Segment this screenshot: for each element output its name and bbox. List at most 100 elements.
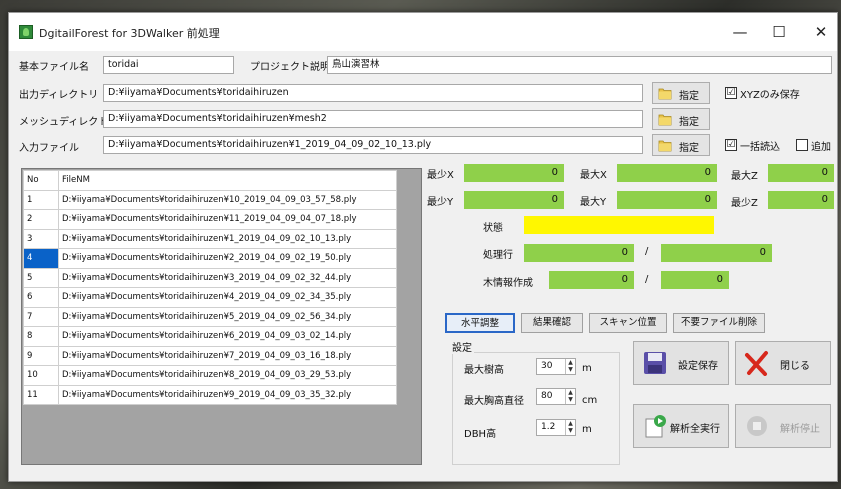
bulk-read-checkbox[interactable]: ☑ xyxy=(725,139,737,151)
close-window-button[interactable]: ✕ xyxy=(808,21,834,43)
output-dir-input[interactable]: D:¥iiyama¥Documents¥toridaihiruzen xyxy=(103,84,643,102)
specify-label: 指定 xyxy=(679,91,699,102)
settings-title: 設定 xyxy=(450,339,474,354)
min-z-value: 0 xyxy=(768,191,834,209)
input-file-input[interactable]: D:¥iiyama¥Documents¥toridaihiruzen¥1_201… xyxy=(103,136,643,154)
save-settings-button[interactable]: 設定保存 xyxy=(633,341,729,385)
max-height-label: 最大樹高 xyxy=(464,365,504,376)
row-number: 8 xyxy=(23,326,59,347)
stop-icon xyxy=(747,416,767,436)
row-number: 2 xyxy=(23,209,59,230)
base-file-input[interactable]: toridai xyxy=(103,56,234,74)
table-row[interactable]: 5 D:¥iiyama¥Documents¥toridaihiruzen¥3_20… xyxy=(23,267,397,288)
row-filename: D:¥iiyama¥Documents¥toridaihiruzen¥1_201… xyxy=(58,228,397,249)
spin-up-icon: ▲ xyxy=(568,359,573,366)
rows-total: 0 xyxy=(661,244,772,262)
window-title: DgitailForest for 3DWalker 前処理 xyxy=(39,27,220,40)
xyz-only-label: XYZのみ保存 xyxy=(740,90,800,101)
max-z-label: 最大Z xyxy=(731,171,758,182)
max-dbh-input[interactable]: 80 ▲ ▼ xyxy=(536,388,576,405)
column-header-filenm[interactable]: FileNM xyxy=(58,170,397,191)
mesh-dir-input[interactable]: D:¥iiyama¥Documents¥toridaihiruzen¥mesh2 xyxy=(103,110,643,128)
bulk-read-label: 一括読込 xyxy=(740,142,780,153)
add-checkbox[interactable] xyxy=(796,139,808,151)
min-y-label: 最少Y xyxy=(427,197,454,208)
row-filename: D:¥iiyama¥Documents¥toridaihiruzen¥10_20… xyxy=(58,189,397,210)
table-row-selected[interactable]: 4 D:¥iiyama¥Documents¥toridaihiruzen¥2_20… xyxy=(23,248,397,269)
dbh-height-value: 1.2 xyxy=(541,422,556,432)
file-grid[interactable]: No FileNM 1 D:¥iiyama¥Documents¥toridaihi… xyxy=(21,168,422,465)
rows-value: 0 xyxy=(524,244,634,262)
max-height-input[interactable]: 30 ▲ ▼ xyxy=(536,358,576,375)
row-number: 5 xyxy=(23,267,59,288)
tree-total: 0 xyxy=(661,271,729,289)
max-y-label: 最大Y xyxy=(580,197,607,208)
specify-label: 指定 xyxy=(679,143,699,154)
row-number: 7 xyxy=(23,306,59,327)
folder-icon xyxy=(658,88,672,100)
title-bar: DgitailForest for 3DWalker 前処理 — ☐ ✕ xyxy=(9,13,837,51)
state-indicator xyxy=(524,216,714,234)
maximize-button[interactable]: ☐ xyxy=(766,21,792,43)
minimize-button[interactable]: — xyxy=(727,21,753,43)
row-number: 6 xyxy=(23,287,59,308)
row-filename: D:¥iiyama¥Documents¥toridaihiruzen¥8_201… xyxy=(58,365,397,386)
xyz-only-checkbox[interactable]: ☑ xyxy=(725,87,737,99)
input-file-label: 入力ファイル xyxy=(19,143,79,154)
output-dir-label: 出力ディレクトリ xyxy=(19,90,99,101)
project-desc-input[interactable]: 鳥山演習林 xyxy=(327,56,832,74)
table-header-row: No FileNM xyxy=(23,170,397,191)
table-row[interactable]: 10 D:¥iiyama¥Documents¥toridaihiruzen¥8_2… xyxy=(23,365,397,386)
max-x-value: 0 xyxy=(617,164,717,182)
table-row[interactable]: 7 D:¥iiyama¥Documents¥toridaihiruzen¥5_20… xyxy=(23,306,397,327)
tab-delete-unneeded-files[interactable]: 不要ファイル削除 xyxy=(673,313,765,333)
input-file-specify-button[interactable]: 指定 xyxy=(652,134,710,156)
row-number: 11 xyxy=(23,384,59,405)
output-dir-specify-button[interactable]: 指定 xyxy=(652,82,710,104)
table-row[interactable]: 3 D:¥iiyama¥Documents¥toridaihiruzen¥1_20… xyxy=(23,228,397,249)
table-row[interactable]: 1 D:¥iiyama¥Documents¥toridaihiruzen¥10_2… xyxy=(23,189,397,210)
row-filename: D:¥iiyama¥Documents¥toridaihiruzen¥7_201… xyxy=(58,345,397,366)
max-height-unit: m xyxy=(582,363,592,374)
table-row[interactable]: 6 D:¥iiyama¥Documents¥toridaihiruzen¥4_20… xyxy=(23,287,397,308)
max-height-spinner[interactable]: ▲ ▼ xyxy=(565,359,575,374)
folder-icon xyxy=(658,114,672,126)
tree-separator: / xyxy=(645,274,649,285)
add-label: 追加 xyxy=(811,142,831,153)
row-number: 9 xyxy=(23,345,59,366)
specify-label: 指定 xyxy=(679,117,699,128)
red-x-icon xyxy=(745,351,768,376)
close-button[interactable]: 閉じる xyxy=(735,341,831,385)
max-height-value: 30 xyxy=(541,361,553,371)
spin-down-icon: ▼ xyxy=(568,427,573,434)
analyze-all-label: 解析全実行 xyxy=(670,424,720,435)
row-filename: D:¥iiyama¥Documents¥toridaihiruzen¥3_201… xyxy=(58,267,397,288)
tree-value: 0 xyxy=(549,271,634,289)
dbh-height-input[interactable]: 1.2 ▲ ▼ xyxy=(536,419,576,436)
max-dbh-value: 80 xyxy=(541,391,553,401)
mesh-dir-specify-button[interactable]: 指定 xyxy=(652,108,710,130)
stop-analysis-button[interactable]: 解析停止 xyxy=(735,404,831,448)
project-desc-label: プロジェクト説明 xyxy=(250,62,330,73)
file-table: No FileNM 1 D:¥iiyama¥Documents¥toridaihi… xyxy=(23,170,397,405)
rows-label: 処理行 xyxy=(483,250,513,261)
run-analysis-icon xyxy=(645,415,666,438)
row-filename: D:¥iiyama¥Documents¥toridaihiruzen¥5_201… xyxy=(58,306,397,327)
dbh-height-spinner[interactable]: ▲ ▼ xyxy=(565,420,575,435)
max-z-value: 0 xyxy=(768,164,834,182)
tab-scan-position[interactable]: スキャン位置 xyxy=(589,313,667,333)
spin-up-icon: ▲ xyxy=(568,389,573,396)
table-row[interactable]: 8 D:¥iiyama¥Documents¥toridaihiruzen¥6_20… xyxy=(23,326,397,347)
row-filename: D:¥iiyama¥Documents¥toridaihiruzen¥2_201… xyxy=(58,248,397,269)
dbh-height-label: DBH高 xyxy=(464,429,497,440)
tab-result-check[interactable]: 結果確認 xyxy=(521,313,583,333)
column-header-no[interactable]: No xyxy=(23,170,59,191)
table-row[interactable]: 2 D:¥iiyama¥Documents¥toridaihiruzen¥11_2… xyxy=(23,209,397,230)
max-dbh-unit: cm xyxy=(582,395,598,406)
max-dbh-spinner[interactable]: ▲ ▼ xyxy=(565,389,575,404)
table-row[interactable]: 11 D:¥iiyama¥Documents¥toridaihiruzen¥9_2… xyxy=(23,384,397,405)
analyze-all-button[interactable]: 解析全実行 xyxy=(633,404,729,448)
table-row[interactable]: 9 D:¥iiyama¥Documents¥toridaihiruzen¥7_20… xyxy=(23,345,397,366)
tab-level-adjust[interactable]: 水平調整 xyxy=(445,313,515,333)
min-y-value: 0 xyxy=(464,191,564,209)
